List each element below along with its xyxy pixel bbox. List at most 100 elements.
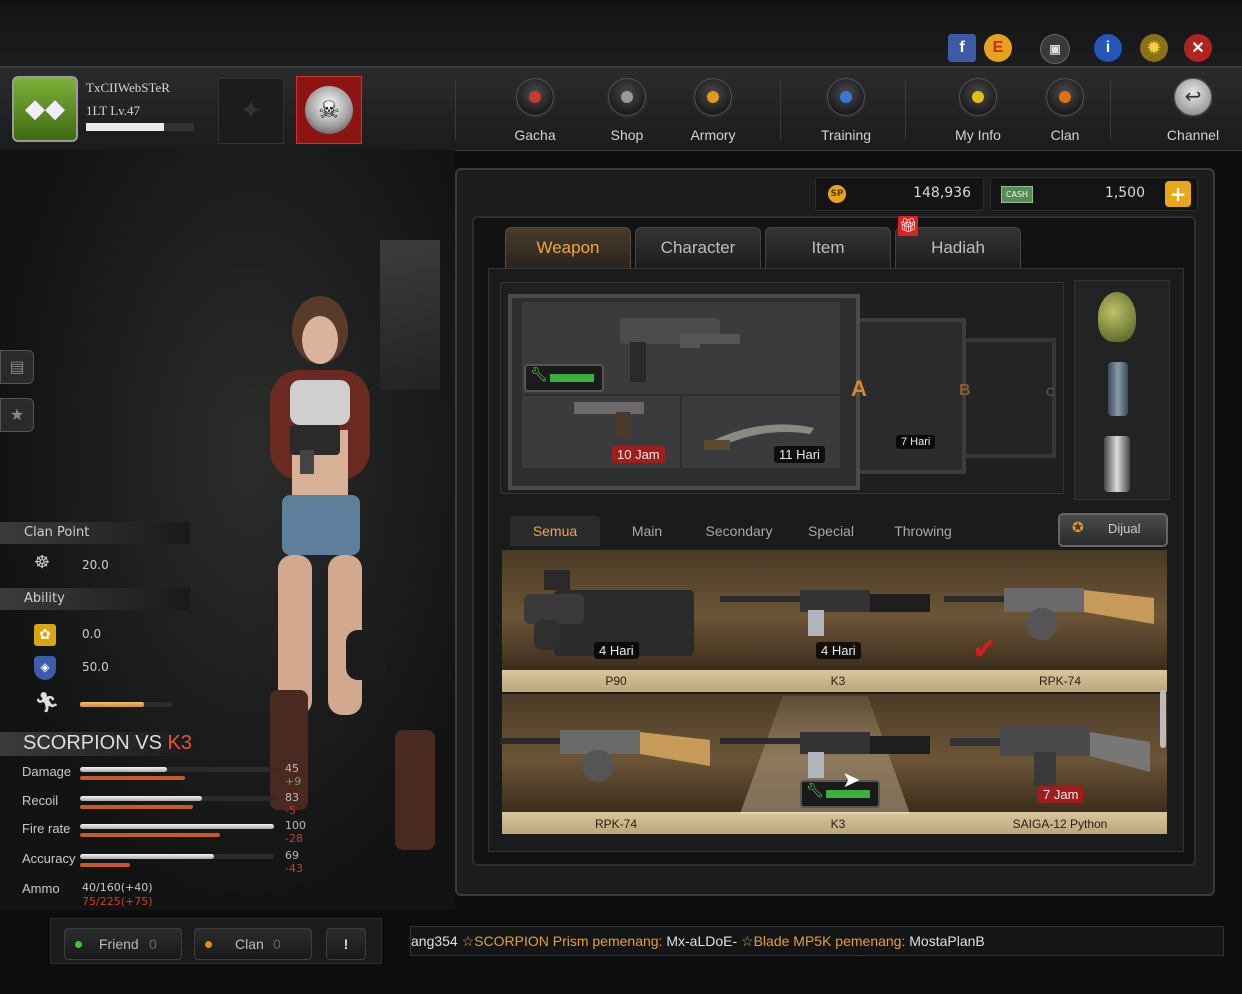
sp-coin-icon: SP <box>828 185 846 203</box>
stat-bar-compare <box>80 833 220 837</box>
ticker-player: ang354 <box>411 933 458 949</box>
compare-vs: VS <box>135 732 162 754</box>
clan-dot-icon <box>205 941 212 948</box>
shelf-scrollbar[interactable] <box>1160 690 1166 748</box>
cash-currency-box: CASH 1,500 + <box>990 177 1198 211</box>
shelf1-item1-time: 4 Hari <box>594 642 639 659</box>
set-b-time: 7 Hari <box>896 435 936 449</box>
stat-value: 83 <box>285 791 299 804</box>
stat-label: Recoil <box>22 793 59 808</box>
subtab-throwing[interactable]: Throwing <box>878 516 968 546</box>
stat-value: 100 <box>285 819 306 832</box>
info-icon[interactable]: i <box>1094 34 1122 62</box>
screen-icon[interactable]: ▣ <box>1040 34 1070 64</box>
shelf1-item3-name: RPK-74 <box>1038 674 1082 688</box>
stat-delta: -28 <box>285 832 303 845</box>
secondary-time: 10 Jam <box>612 446 665 463</box>
subtab-main[interactable]: Main <box>604 516 690 546</box>
stat-value: 69 <box>285 849 299 862</box>
nav-label: Training <box>820 127 872 143</box>
nav-my-info-button[interactable]: My Info <box>930 74 1026 146</box>
nav-shop-button[interactable]: Shop <box>579 74 675 146</box>
ammo-label: Ammo <box>22 881 60 896</box>
durability-bar <box>550 374 594 382</box>
pistol-icon <box>574 402 644 438</box>
shelf1-item1-name: P90 <box>605 674 627 688</box>
nav-armory-button[interactable]: Armory <box>665 74 761 146</box>
clan-count: 0 <box>273 936 281 952</box>
alert-button[interactable]: ! <box>326 928 366 960</box>
channel-return-icon: ↩ <box>1172 76 1214 118</box>
stat-delta: -5 <box>285 804 296 817</box>
clan-point-icon: ☸ <box>34 552 51 573</box>
stat-delta: +9 <box>285 775 302 788</box>
close-icon[interactable]: ✕ <box>1184 34 1212 62</box>
ticker-item-1: ☆SCORPION Prism pemenang: <box>461 933 663 949</box>
tab-weapon[interactable]: Weapon <box>505 227 631 268</box>
tab-character[interactable]: Character <box>635 227 761 268</box>
ticker-item-2: ☆Blade MP5K pemenang: <box>741 933 906 949</box>
shelf2-repair-badge[interactable]: 🔧︎ <box>800 780 880 808</box>
add-cash-icon[interactable]: + <box>1165 181 1191 207</box>
loadout-set-c[interactable] <box>958 338 1056 458</box>
skull-clan-icon[interactable]: ☠ <box>296 76 362 144</box>
set-b-letter: B <box>959 382 971 399</box>
player-rank: 1LT Lv.47 <box>86 103 141 118</box>
nav-label: Channel <box>1166 127 1220 143</box>
shelf2-item1-gun[interactable] <box>500 722 712 792</box>
star-icon[interactable]: ★ <box>0 398 34 432</box>
compare-weapon-b: K3 <box>167 732 192 754</box>
flashbang-icon[interactable] <box>1108 362 1128 416</box>
online-dot-icon <box>75 941 82 948</box>
e-event-icon[interactable]: E <box>984 34 1012 62</box>
wrench-icon: 🔧︎ <box>806 783 824 799</box>
nav-orb-icon <box>692 76 734 118</box>
grenade-icon[interactable] <box>1098 292 1136 342</box>
friend-label: Friend <box>99 936 139 952</box>
friend-button[interactable]: Friend 0 <box>64 928 182 960</box>
nav-training-button[interactable]: Training <box>798 74 894 146</box>
nav-clan-button[interactable]: Clan <box>1017 74 1113 146</box>
clan-point-value: 20.0 <box>82 558 109 572</box>
notes-icon[interactable]: ▤ <box>0 350 34 384</box>
nav-label: Armory <box>690 127 736 143</box>
tab-item[interactable]: Item <box>765 227 891 268</box>
cash-amount: 1,500 <box>1104 185 1145 201</box>
mouse-cursor-icon: ➤ <box>842 768 861 793</box>
shelf2-item3-name: SAIGA-12 Python <box>1012 817 1108 831</box>
compare-title: SCORPION VS K3 <box>23 732 192 755</box>
ammo-value-a: 40/160(+40) <box>82 881 153 894</box>
loadout-set-b[interactable] <box>854 318 966 474</box>
repair-badge[interactable]: 🔧︎ <box>524 364 604 392</box>
subtab-secondary[interactable]: Secondary <box>694 516 784 546</box>
sell-button[interactable]: ✪ Dijual <box>1058 513 1168 547</box>
stat-bar-current <box>80 767 167 772</box>
facebook-icon[interactable]: f <box>948 34 976 62</box>
shelf2-item3-gun[interactable] <box>950 712 1154 796</box>
ammo-value-b: 75/225(+75) <box>82 895 153 908</box>
nav-gacha-button[interactable]: Gacha <box>487 74 583 146</box>
running-icon: 🏃︎ <box>34 690 60 714</box>
empty-slot-icon[interactable]: ✦ <box>218 78 284 144</box>
settings-icon[interactable]: ✹ <box>1140 34 1168 62</box>
subtab-semua[interactable]: Semua <box>510 516 600 546</box>
melee-time: 11 Hari <box>774 446 825 463</box>
shelf1-item2-gun[interactable] <box>720 580 932 650</box>
stat-bar-compare <box>80 863 130 867</box>
set-a-letter: A <box>851 376 867 401</box>
stat-bar-current <box>80 796 202 801</box>
ability-value-1: 0.0 <box>82 627 102 641</box>
smoke-grenade-icon[interactable] <box>1104 436 1130 492</box>
clan-button[interactable]: Clan 0 <box>194 928 312 960</box>
stat-delta: -43 <box>285 862 303 875</box>
nav-orb-icon <box>514 76 556 118</box>
subtab-special[interactable]: Special <box>788 516 874 546</box>
nav-channel-button[interactable]: ↩ Channel <box>1145 74 1241 146</box>
rank-emblem-icon[interactable]: ◆◆ <box>12 76 78 142</box>
stat-label: Accuracy <box>22 851 76 866</box>
ability-heading: Ability <box>0 588 190 610</box>
stat-label: Fire rate <box>22 821 71 836</box>
ticker-winner-2: MostaPlanB <box>909 933 985 949</box>
sp-amount: 148,936 <box>913 185 971 201</box>
ability-exp-icon: ✿ <box>34 624 56 646</box>
